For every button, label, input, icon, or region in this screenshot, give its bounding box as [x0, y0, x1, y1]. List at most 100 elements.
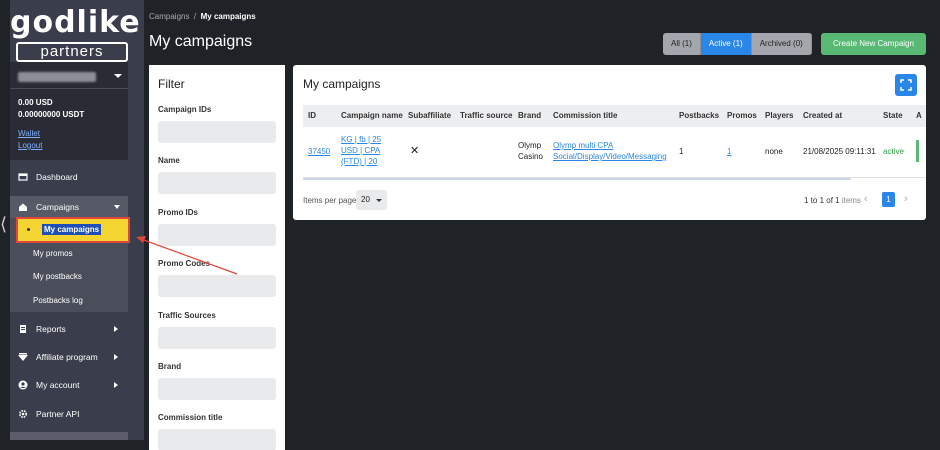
th-commission-title[interactable]: Commission title — [553, 111, 617, 120]
account-selector[interactable] — [18, 68, 122, 84]
sidebar-item-label: Reports — [36, 324, 66, 334]
sidebar-item-reports[interactable]: Reports — [10, 318, 128, 340]
th-created-at[interactable]: Created at — [803, 111, 842, 120]
filter-panel: Filter Campaign IDs Name Promo IDs Promo… — [149, 65, 285, 450]
sidebar-subitem-my-campaigns[interactable]: My campaigns — [16, 217, 130, 243]
breadcrumb-current: My campaigns — [200, 12, 256, 21]
brand-cell: Olymp Casino — [518, 140, 543, 162]
breadcrumb: Campaigns / My campaigns — [149, 12, 256, 21]
name-input[interactable] — [158, 172, 276, 194]
sidebar-subitem-label: My campaigns — [42, 224, 102, 235]
filter-label-promo-ids: Promo IDs — [158, 208, 199, 217]
filter-active-button[interactable]: Active (1) — [700, 33, 752, 55]
th-campaign-name[interactable]: Campaign name — [341, 111, 403, 120]
sidebar-item-dashboard[interactable]: Dashboard — [10, 166, 128, 188]
breadcrumb-root[interactable]: Campaigns — [149, 12, 189, 21]
breadcrumb-separator: / — [193, 12, 197, 21]
fullscreen-icon — [900, 79, 912, 91]
chevron-right-icon — [114, 326, 118, 332]
sidebar-subitem-postbacks-log[interactable]: Postbacks log — [33, 296, 83, 305]
sidebar-item-label: Affiliate program — [36, 352, 98, 362]
campaign-name-line: USD | CPA — [341, 146, 381, 155]
commission-line: Olymp multi CPA — [553, 141, 614, 150]
commission-title-input[interactable] — [158, 429, 276, 450]
filter-label-promo-codes: Promo Codes — [158, 259, 211, 268]
sidebar-subitem-my-postbacks[interactable]: My postbacks — [33, 272, 82, 281]
items-per-page-value: 20 — [361, 195, 370, 204]
items-per-page-label: Items per page — [303, 196, 357, 205]
logo-wordmark: godlike — [10, 5, 141, 40]
chevron-right-icon[interactable]: › — [904, 193, 908, 205]
filter-label-campaign-ids: Campaign IDs — [158, 105, 212, 114]
th-actions[interactable]: A — [916, 111, 922, 120]
promo-ids-input[interactable] — [158, 224, 276, 246]
chevron-right-icon — [114, 382, 118, 388]
account-box: 0.00 USD 0.00000000 USDT Wallet Logout — [10, 62, 128, 160]
th-state[interactable]: State — [883, 111, 903, 120]
balance-usdt: 0.00000000 USDT — [18, 110, 85, 119]
filter-label-commission-title: Commission title — [158, 413, 223, 422]
brand-input[interactable] — [158, 378, 276, 400]
filter-all-button[interactable]: All (1) — [663, 33, 701, 55]
report-icon — [18, 324, 28, 334]
chevron-down-icon — [114, 205, 120, 209]
status-badge: active — [883, 147, 904, 156]
range-suffix: items — [839, 196, 861, 205]
promo-codes-input[interactable] — [158, 275, 276, 297]
th-players[interactable]: Players — [765, 111, 793, 120]
logo[interactable]: godlike partners — [10, 5, 141, 64]
sidebar-footer — [10, 432, 128, 440]
chevron-down-icon — [114, 74, 122, 78]
chevron-left-icon[interactable]: ‹ — [864, 193, 868, 205]
traffic-sources-input[interactable] — [158, 327, 276, 349]
home-icon — [18, 202, 28, 212]
th-subaffiliate[interactable]: Subaffiliate — [408, 111, 451, 120]
range-text: 1 to 1 of 1 — [804, 196, 840, 205]
campaign-id-link[interactable]: 37450 — [308, 147, 330, 156]
sidebar-collapse-chevron-icon[interactable]: ⟨ — [0, 214, 7, 235]
promos-link[interactable]: 1 — [727, 147, 731, 156]
row-action-button[interactable] — [916, 140, 919, 162]
subaffiliate-none-icon: ✕ — [410, 145, 420, 157]
pagination-range: 1 to 1 of 1 items — [804, 196, 861, 205]
divider — [10, 88, 128, 89]
chevron-right-icon — [114, 354, 118, 360]
create-campaign-button[interactable]: Create New Campaign — [821, 33, 926, 55]
postbacks-cell: 1 — [679, 147, 684, 156]
campaign-name-link[interactable]: KG | fb | 25 USD | CPA (FTD) | 20 — [341, 134, 381, 167]
th-postbacks[interactable]: Postbacks — [679, 111, 719, 120]
status-filter-group: All (1) Active (1) Archived (0) — [663, 33, 812, 55]
filter-archived-button[interactable]: Archived (0) — [751, 33, 812, 55]
sidebar-item-campaigns[interactable]: Campaigns — [10, 196, 128, 218]
logout-link[interactable]: Logout — [18, 141, 42, 150]
page-button-current[interactable]: 1 — [882, 192, 895, 207]
commission-title-link[interactable]: Olymp multi CPA Social/Display/Video/Mes… — [553, 140, 667, 162]
th-traffic-source[interactable]: Traffic source — [460, 111, 512, 120]
logo-subtitle: partners — [16, 42, 128, 62]
sidebar-item-partner-api[interactable]: Partner API — [10, 403, 128, 425]
campaign-ids-input[interactable] — [158, 121, 276, 143]
fullscreen-button[interactable] — [895, 74, 917, 96]
sidebar-item-label: Partner API — [36, 409, 80, 419]
gear-icon — [18, 409, 28, 419]
campaigns-panel: My campaigns ID Campaign name Subaffilia… — [293, 65, 926, 220]
commission-line: Social/Display/Video/Messaging — [553, 152, 667, 161]
players-cell: none — [765, 147, 783, 156]
balance-usd: 0.00 USD — [18, 98, 53, 107]
bullet-icon — [27, 228, 30, 231]
items-per-page-select[interactable]: 20 — [356, 190, 387, 210]
dashboard-icon — [18, 172, 28, 182]
th-promos[interactable]: Promos — [727, 111, 757, 120]
th-brand[interactable]: Brand — [518, 111, 541, 120]
sidebar-item-my-account[interactable]: My account — [10, 374, 128, 396]
sidebar-subitem-my-promos[interactable]: My promos — [33, 249, 73, 258]
th-id[interactable]: ID — [308, 111, 316, 120]
sidebar-item-label: Dashboard — [36, 172, 78, 182]
horizontal-scrollbar[interactable] — [303, 178, 851, 180]
campaign-name-line: (FTD) | 20 — [341, 157, 378, 166]
wallet-link[interactable]: Wallet — [18, 129, 40, 138]
campaign-name-line: KG | fb | 25 — [341, 135, 382, 144]
user-icon — [18, 380, 28, 390]
sidebar-item-affiliate-program[interactable]: Affiliate program — [10, 346, 128, 368]
sidebar-item-label: My account — [36, 380, 80, 390]
